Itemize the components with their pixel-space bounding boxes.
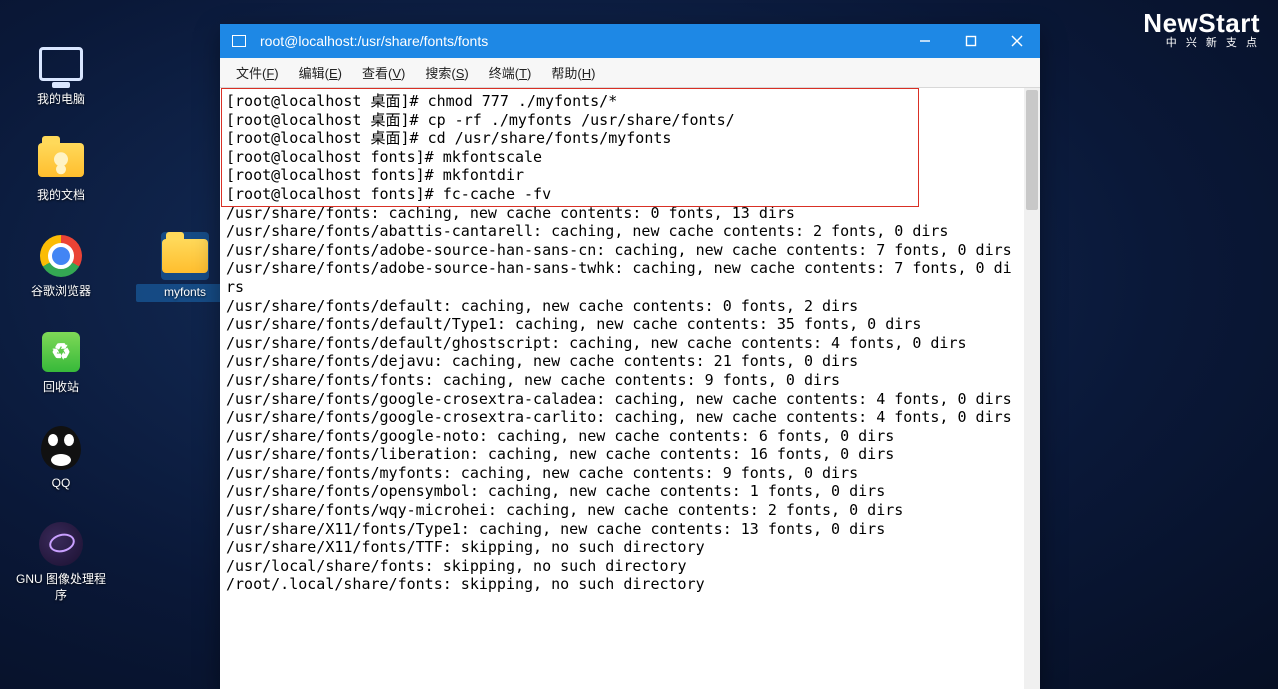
terminal-app-icon xyxy=(232,35,246,47)
brand-logo: NewStart 中 兴 新 支 点 xyxy=(1143,10,1260,49)
terminal-body: [root@localhost 桌面]# chmod 777 ./myfonts… xyxy=(220,88,1040,689)
terminal-output[interactable]: [root@localhost 桌面]# chmod 777 ./myfonts… xyxy=(220,88,1024,689)
desktop-icon-label: 谷歌浏览器 xyxy=(12,284,110,300)
computer-icon xyxy=(37,40,85,88)
menu-h[interactable]: 帮助(H) xyxy=(541,60,605,85)
desktop-icon-qq[interactable]: QQ xyxy=(12,424,110,492)
desktop-icon-label: 我的电脑 xyxy=(12,92,110,108)
desktop-icon-label: QQ xyxy=(12,476,110,492)
brand-tagline: 中 兴 新 支 点 xyxy=(1143,38,1260,49)
folder-icon xyxy=(161,232,209,280)
window-close-button[interactable] xyxy=(994,24,1040,58)
menu-v[interactable]: 查看(V) xyxy=(352,60,415,85)
desktop-icon-label: 回收站 xyxy=(12,380,110,396)
brand-name: NewStart xyxy=(1143,8,1260,38)
scrollbar-thumb[interactable] xyxy=(1026,90,1038,210)
window-title: root@localhost:/usr/share/fonts/fonts xyxy=(260,33,902,49)
scrollbar[interactable] xyxy=(1024,88,1040,689)
menu-s[interactable]: 搜索(S) xyxy=(415,60,478,85)
desktop-icon-chrome[interactable]: 谷歌浏览器 xyxy=(12,232,110,300)
trash-icon: ♻ xyxy=(37,328,85,376)
qq-icon xyxy=(37,424,85,472)
desktop-icon-computer[interactable]: 我的电脑 xyxy=(12,40,110,108)
terminal-window: root@localhost:/usr/share/fonts/fonts 文件… xyxy=(220,24,1040,689)
desktop-icon-gimp[interactable]: GNU 图像处理程序 xyxy=(12,520,110,603)
window-titlebar[interactable]: root@localhost:/usr/share/fonts/fonts xyxy=(220,24,1040,58)
desktop-icon-trash[interactable]: ♻ 回收站 xyxy=(12,328,110,396)
desktop-icon-label: GNU 图像处理程序 xyxy=(12,572,110,603)
gimp-icon xyxy=(37,520,85,568)
window-minimize-button[interactable] xyxy=(902,24,948,58)
desktop: 我的电脑 我的文档 谷歌浏览器 ♻ 回收站 QQ GNU 图像处理程序 myfo… xyxy=(0,0,1278,689)
chrome-icon xyxy=(37,232,85,280)
desktop-icon-label: 我的文档 xyxy=(12,188,110,204)
window-maximize-button[interactable] xyxy=(948,24,994,58)
menu-bar: 文件(F)编辑(E)查看(V)搜索(S)终端(T)帮助(H) xyxy=(220,58,1040,88)
desktop-icon-documents[interactable]: 我的文档 xyxy=(12,136,110,204)
menu-t[interactable]: 终端(T) xyxy=(479,60,542,85)
menu-f[interactable]: 文件(F) xyxy=(226,60,289,85)
menu-e[interactable]: 编辑(E) xyxy=(289,60,352,85)
folder-person-icon xyxy=(37,136,85,184)
